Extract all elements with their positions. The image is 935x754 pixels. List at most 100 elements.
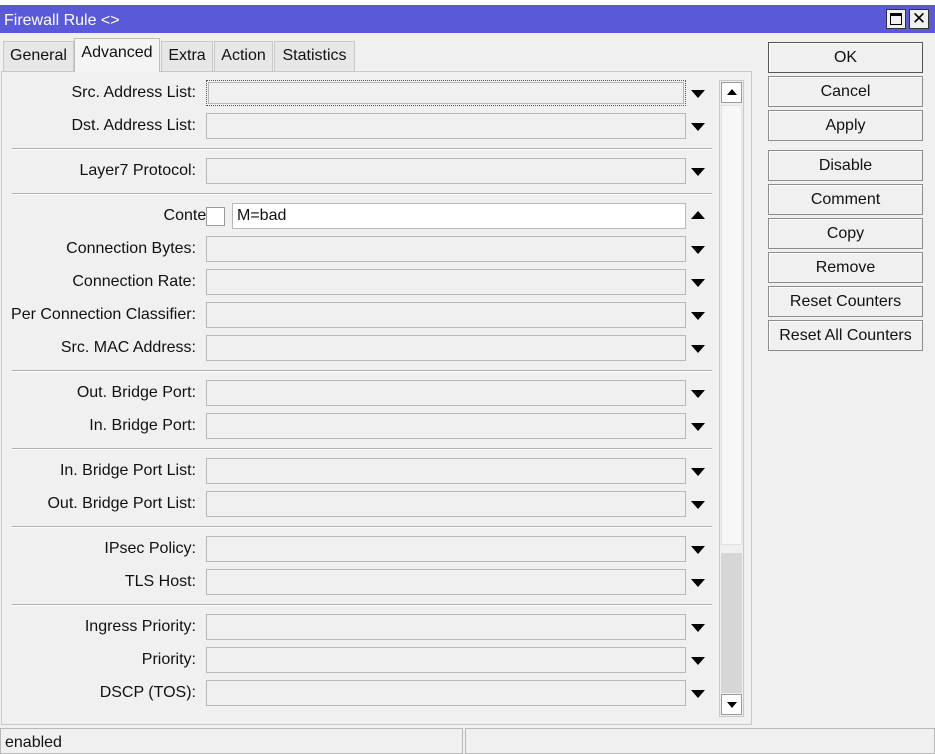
arrow-up-icon bbox=[727, 89, 737, 95]
in-bridge-port-list-label: In. Bridge Port List: bbox=[59, 462, 196, 479]
src-mac-address-dropdown-icon[interactable] bbox=[691, 345, 705, 353]
row-in-bridge-port: In. Bridge Port: bbox=[2, 413, 722, 440]
out-bridge-port-label: Out. Bridge Port: bbox=[76, 384, 196, 401]
priority-field[interactable] bbox=[206, 647, 686, 673]
row-content: Content: M=bad bbox=[2, 203, 722, 230]
src-address-list-field[interactable] bbox=[206, 80, 686, 106]
per-connection-classifier-label: Per Connection Classifier: bbox=[11, 306, 196, 323]
layer7-protocol-dropdown-icon[interactable] bbox=[691, 168, 705, 176]
tab-action[interactable]: Action bbox=[214, 41, 273, 71]
scroll-down-button[interactable] bbox=[721, 694, 742, 715]
ingress-priority-field[interactable] bbox=[206, 614, 686, 640]
out-bridge-port-list-label: Out. Bridge Port List: bbox=[47, 495, 196, 512]
ipsec-policy-field[interactable] bbox=[206, 536, 686, 562]
ipsec-policy-dropdown-icon[interactable] bbox=[691, 546, 705, 554]
apply-button[interactable]: Apply bbox=[768, 110, 923, 141]
row-dscp-tos: DSCP (TOS): bbox=[2, 680, 722, 707]
cancel-button[interactable]: Cancel bbox=[768, 76, 923, 107]
scrollbar-track-remainder[interactable] bbox=[721, 553, 742, 693]
connection-bytes-label: Connection Bytes: bbox=[66, 240, 196, 257]
row-src-address-list: Src. Address List: bbox=[2, 80, 722, 107]
out-bridge-port-list-field[interactable] bbox=[206, 491, 686, 517]
connection-bytes-field[interactable] bbox=[206, 236, 686, 262]
separator bbox=[12, 370, 712, 372]
advanced-panel: Src. Address List: Dst. Address List: La… bbox=[1, 71, 752, 725]
maximize-icon bbox=[890, 13, 902, 25]
row-src-mac-address: Src. MAC Address: bbox=[2, 335, 722, 362]
row-ipsec-policy: IPsec Policy: bbox=[2, 536, 722, 563]
content-collapse-icon[interactable] bbox=[691, 211, 705, 219]
per-connection-classifier-field[interactable] bbox=[206, 302, 686, 328]
arrow-down-icon bbox=[727, 702, 737, 708]
content-field[interactable]: M=bad bbox=[232, 203, 686, 229]
dst-address-list-dropdown-icon[interactable] bbox=[691, 123, 705, 131]
row-tls-host: TLS Host: bbox=[2, 569, 722, 596]
separator bbox=[12, 604, 712, 606]
priority-dropdown-icon[interactable] bbox=[691, 657, 705, 665]
in-bridge-port-dropdown-icon[interactable] bbox=[691, 423, 705, 431]
row-out-bridge-port: Out. Bridge Port: bbox=[2, 380, 722, 407]
row-in-bridge-port-list: In. Bridge Port List: bbox=[2, 458, 722, 485]
ipsec-policy-label: IPsec Policy: bbox=[104, 540, 196, 557]
scroll-up-button[interactable] bbox=[721, 82, 742, 103]
in-bridge-port-label: In. Bridge Port: bbox=[89, 417, 196, 434]
connection-rate-field[interactable] bbox=[206, 269, 686, 295]
in-bridge-port-list-dropdown-icon[interactable] bbox=[691, 468, 705, 476]
tls-host-label: TLS Host: bbox=[124, 573, 196, 590]
row-layer7-protocol: Layer7 Protocol: bbox=[2, 158, 722, 185]
reset-counters-button[interactable]: Reset Counters bbox=[768, 286, 923, 317]
src-mac-address-field[interactable] bbox=[206, 335, 686, 361]
connection-rate-dropdown-icon[interactable] bbox=[691, 279, 705, 287]
tls-host-field[interactable] bbox=[206, 569, 686, 595]
in-bridge-port-field[interactable] bbox=[206, 413, 686, 439]
out-bridge-port-list-dropdown-icon[interactable] bbox=[691, 501, 705, 509]
comment-button[interactable]: Comment bbox=[768, 184, 923, 215]
separator bbox=[12, 526, 712, 528]
status-bar: enabled bbox=[0, 728, 935, 754]
vertical-scrollbar[interactable] bbox=[719, 80, 744, 717]
window-title: Firewall Rule <> bbox=[4, 12, 120, 29]
dst-address-list-label: Dst. Address List: bbox=[71, 117, 197, 134]
dscp-tos-dropdown-icon[interactable] bbox=[691, 690, 705, 698]
ingress-priority-dropdown-icon[interactable] bbox=[691, 624, 705, 632]
tab-extra[interactable]: Extra bbox=[161, 41, 213, 71]
scrollbar-thumb[interactable] bbox=[721, 105, 742, 545]
out-bridge-port-dropdown-icon[interactable] bbox=[691, 390, 705, 398]
out-bridge-port-field[interactable] bbox=[206, 380, 686, 406]
title-bar: Firewall Rule <> ✕ bbox=[0, 0, 935, 33]
tab-advanced[interactable]: Advanced bbox=[74, 38, 160, 72]
copy-button[interactable]: Copy bbox=[768, 218, 923, 249]
status-info bbox=[465, 728, 935, 754]
row-connection-bytes: Connection Bytes: bbox=[2, 236, 722, 263]
connection-rate-label: Connection Rate: bbox=[72, 273, 196, 290]
maximize-button[interactable] bbox=[886, 9, 906, 29]
disable-button[interactable]: Disable bbox=[768, 150, 923, 181]
src-mac-address-label: Src. MAC Address: bbox=[60, 339, 196, 356]
content-negate-checkbox[interactable] bbox=[206, 207, 225, 226]
remove-button[interactable]: Remove bbox=[768, 252, 923, 283]
reset-all-counters-button[interactable]: Reset All Counters bbox=[768, 320, 923, 351]
layer7-protocol-field[interactable] bbox=[206, 158, 686, 184]
tab-general[interactable]: General bbox=[3, 41, 74, 71]
row-out-bridge-port-list: Out. Bridge Port List: bbox=[2, 491, 722, 518]
dst-address-list-field[interactable] bbox=[206, 113, 686, 139]
row-ingress-priority: Ingress Priority: bbox=[2, 614, 722, 641]
row-per-connection-classifier: Per Connection Classifier: bbox=[2, 302, 722, 329]
priority-label: Priority: bbox=[141, 651, 196, 668]
ok-button[interactable]: OK bbox=[768, 42, 923, 73]
connection-bytes-dropdown-icon[interactable] bbox=[691, 246, 705, 254]
src-address-list-dropdown-icon[interactable] bbox=[691, 90, 705, 98]
tab-statistics[interactable]: Statistics bbox=[274, 41, 355, 71]
close-button[interactable]: ✕ bbox=[909, 9, 929, 29]
dscp-tos-field[interactable] bbox=[206, 680, 686, 706]
row-connection-rate: Connection Rate: bbox=[2, 269, 722, 296]
per-connection-classifier-dropdown-icon[interactable] bbox=[691, 312, 705, 320]
separator bbox=[12, 148, 712, 150]
close-icon: ✕ bbox=[911, 9, 927, 28]
scrollbar-track[interactable] bbox=[721, 105, 742, 693]
status-state: enabled bbox=[0, 728, 463, 754]
separator bbox=[12, 193, 712, 195]
tls-host-dropdown-icon[interactable] bbox=[691, 579, 705, 587]
row-dst-address-list: Dst. Address List: bbox=[2, 113, 722, 140]
in-bridge-port-list-field[interactable] bbox=[206, 458, 686, 484]
